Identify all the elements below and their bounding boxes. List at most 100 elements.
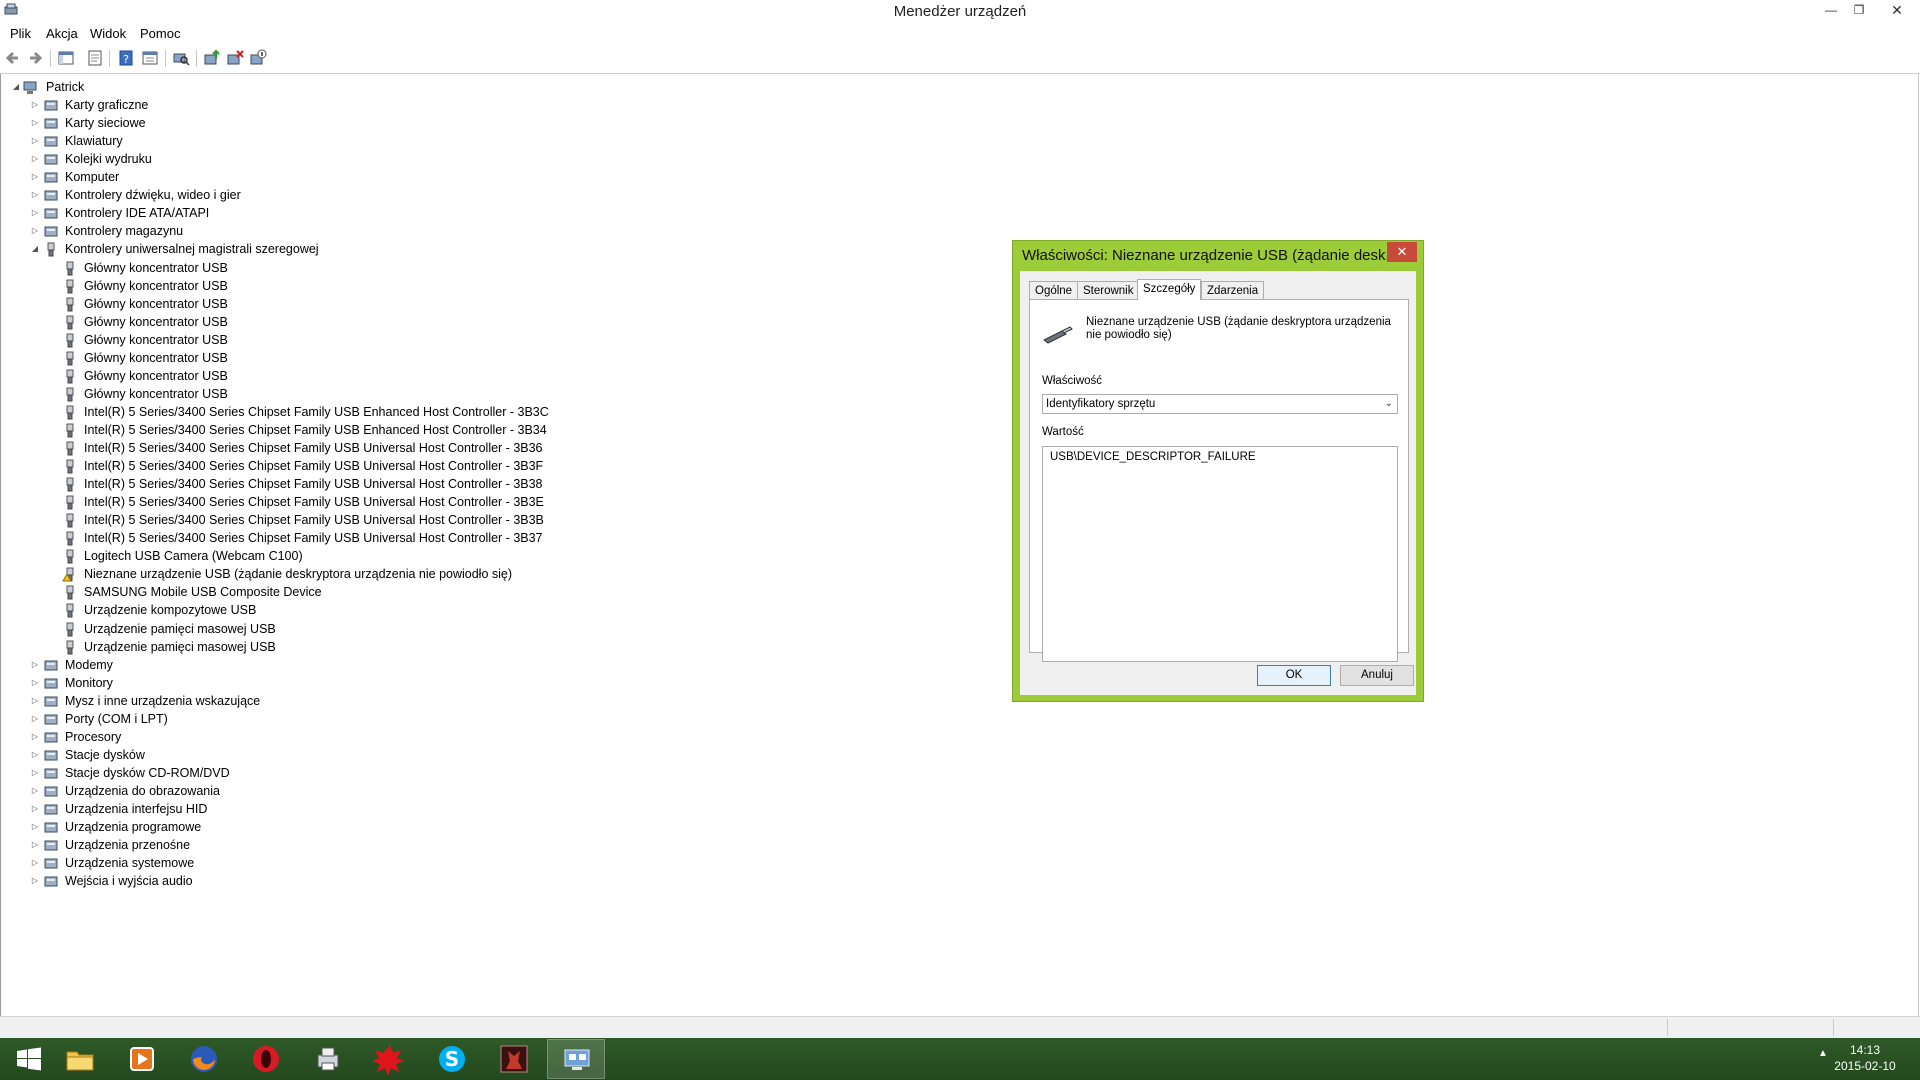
uninstall-device-icon[interactable] bbox=[226, 49, 244, 67]
taskbar-game-app[interactable] bbox=[361, 1039, 419, 1079]
expand-arrow-icon[interactable]: ▷ bbox=[30, 710, 40, 728]
expand-arrow-icon[interactable]: ▷ bbox=[30, 222, 40, 240]
show-hide-console-icon[interactable] bbox=[57, 49, 75, 67]
forward-arrow-icon[interactable] bbox=[26, 49, 44, 67]
taskbar-opera[interactable] bbox=[237, 1039, 295, 1079]
tree-item-label: Kolejki wydruku bbox=[65, 152, 152, 166]
expand-arrow-icon[interactable]: ▷ bbox=[30, 186, 40, 204]
tree-item-label: Kontrolery IDE ATA/ATAPI bbox=[65, 206, 210, 220]
property-select[interactable]: Identyfikatory sprzętu ⌄ bbox=[1042, 394, 1398, 414]
tree-item-label: Główny koncentrator USB bbox=[84, 279, 228, 293]
taskbar-device-manager[interactable] bbox=[547, 1039, 605, 1079]
expand-arrow-icon[interactable]: ▷ bbox=[30, 674, 40, 692]
expand-arrow-icon[interactable]: ▷ bbox=[30, 872, 40, 890]
device-category-icon bbox=[43, 712, 59, 727]
expand-arrow-icon[interactable]: ▷ bbox=[30, 836, 40, 854]
expand-arrow-icon[interactable]: ▷ bbox=[30, 818, 40, 836]
clock[interactable]: 14:13 2015-02-10 bbox=[1830, 1042, 1900, 1074]
expand-arrow-icon[interactable]: ▷ bbox=[30, 782, 40, 800]
collapse-arrow-icon[interactable]: ◢ bbox=[30, 240, 40, 258]
dialog-close-button[interactable]: ✕ bbox=[1387, 242, 1417, 262]
tree-item-label: SAMSUNG Mobile USB Composite Device bbox=[84, 585, 322, 599]
tab-zdarzenia[interactable]: Zdarzenia bbox=[1201, 281, 1265, 299]
expand-arrow-icon[interactable]: ▷ bbox=[30, 96, 40, 114]
device-category-icon bbox=[43, 152, 59, 167]
tree-item-label: Procesory bbox=[65, 730, 122, 744]
expand-arrow-icon[interactable]: ▷ bbox=[30, 728, 40, 746]
expand-arrow-icon[interactable]: ▷ bbox=[30, 764, 40, 782]
taskbar-firefox[interactable] bbox=[175, 1039, 233, 1079]
close-button[interactable]: ✕ bbox=[1886, 2, 1908, 18]
tree-item-label: Urządzenie pamięci masowej USB bbox=[84, 640, 276, 654]
minimize-button[interactable]: — bbox=[1820, 2, 1842, 18]
expand-arrow-icon[interactable]: ▷ bbox=[30, 656, 40, 674]
view-icon[interactable] bbox=[141, 49, 159, 67]
taskbar-skype[interactable]: S bbox=[423, 1039, 481, 1079]
tree-item-label: Modemy bbox=[65, 658, 113, 672]
menu-pomoc[interactable]: Pomoc bbox=[139, 26, 181, 41]
value-item[interactable]: USB\DEVICE_DESCRIPTOR_FAILURE bbox=[1050, 451, 1390, 463]
expand-arrow-icon[interactable]: ▷ bbox=[30, 854, 40, 872]
back-arrow-icon[interactable] bbox=[4, 49, 22, 67]
device-category-icon bbox=[43, 730, 59, 745]
status-bar bbox=[0, 1016, 1920, 1039]
expand-arrow-icon[interactable]: ▷ bbox=[30, 746, 40, 764]
tree-item-label: Główny koncentrator USB bbox=[84, 351, 228, 365]
disable-device-icon[interactable] bbox=[249, 49, 267, 67]
taskbar-device-app[interactable] bbox=[299, 1039, 357, 1079]
tree-item-label: Główny koncentrator USB bbox=[84, 387, 228, 401]
tree-item-label: Patrick bbox=[46, 80, 85, 94]
cancel-button[interactable]: Anuluj bbox=[1340, 665, 1414, 686]
taskbar: S ▲ 14:13 2015-02-10 bbox=[0, 1038, 1920, 1080]
tree-item-label: Główny koncentrator USB bbox=[84, 261, 228, 275]
window-title: Menedżer urządzeń bbox=[893, 3, 1027, 20]
tree-item-label: Kontrolery uniwersalnej magistrali szere… bbox=[65, 242, 319, 256]
usb-icon bbox=[62, 495, 78, 510]
usb-icon bbox=[62, 333, 78, 348]
collapse-arrow-icon[interactable]: ◢ bbox=[11, 78, 21, 96]
update-driver-icon[interactable] bbox=[203, 49, 221, 67]
device-category-icon bbox=[43, 188, 59, 203]
clock-date: 2015-02-10 bbox=[1834, 1059, 1896, 1073]
expand-arrow-icon[interactable]: ▷ bbox=[30, 800, 40, 818]
tab-szczegoly[interactable]: Szczegóły bbox=[1137, 279, 1202, 300]
expand-arrow-icon[interactable]: ▷ bbox=[30, 150, 40, 168]
device-category-icon bbox=[43, 874, 59, 889]
properties-sheet-icon[interactable] bbox=[86, 49, 104, 67]
device-category-icon bbox=[43, 98, 59, 113]
help-icon[interactable]: ? bbox=[117, 49, 135, 67]
value-list[interactable]: USB\DEVICE_DESCRIPTOR_FAILURE bbox=[1042, 446, 1398, 662]
restore-button[interactable]: ❐ bbox=[1848, 2, 1870, 18]
taskbar-file-explorer[interactable] bbox=[51, 1039, 109, 1079]
tab-sterownik[interactable]: Sterownik bbox=[1077, 281, 1140, 299]
expand-arrow-icon[interactable]: ▷ bbox=[30, 132, 40, 150]
expand-arrow-icon[interactable]: ▷ bbox=[30, 168, 40, 186]
start-button[interactable] bbox=[0, 1039, 58, 1079]
menu-akcja[interactable]: Akcja bbox=[45, 26, 79, 41]
tray-expand-icon[interactable]: ▲ bbox=[1818, 1048, 1828, 1059]
ok-button[interactable]: OK bbox=[1257, 665, 1331, 686]
usb-icon bbox=[62, 640, 78, 655]
tree-item-label: Klawiatury bbox=[65, 134, 123, 148]
tab-ogolne[interactable]: Ogólne bbox=[1029, 281, 1079, 299]
usb-icon bbox=[62, 387, 78, 402]
usb-icon bbox=[62, 459, 78, 474]
expand-arrow-icon[interactable]: ▷ bbox=[30, 204, 40, 222]
taskbar-game-app-2[interactable] bbox=[485, 1039, 543, 1079]
usb-icon bbox=[62, 622, 78, 637]
tree-item-label: Intel(R) 5 Series/3400 Series Chipset Fa… bbox=[84, 477, 543, 491]
property-label: Właściwość bbox=[1042, 375, 1103, 387]
scan-hardware-icon[interactable] bbox=[172, 49, 190, 67]
opera-icon bbox=[253, 1046, 279, 1072]
expand-arrow-icon[interactable]: ▷ bbox=[30, 692, 40, 710]
menu-plik[interactable]: Plik bbox=[9, 26, 32, 41]
usb-icon bbox=[62, 261, 78, 276]
taskbar-media-player[interactable] bbox=[113, 1039, 171, 1079]
device-category-icon bbox=[43, 748, 59, 763]
menu-widok[interactable]: Widok bbox=[89, 26, 127, 41]
device-category-icon bbox=[43, 206, 59, 221]
expand-arrow-icon[interactable]: ▷ bbox=[30, 114, 40, 132]
tree-item-label: Główny koncentrator USB bbox=[84, 297, 228, 311]
value-label: Wartość bbox=[1042, 426, 1084, 438]
details-panel: Nieznane urządzenie USB (żądanie deskryp… bbox=[1029, 299, 1409, 662]
